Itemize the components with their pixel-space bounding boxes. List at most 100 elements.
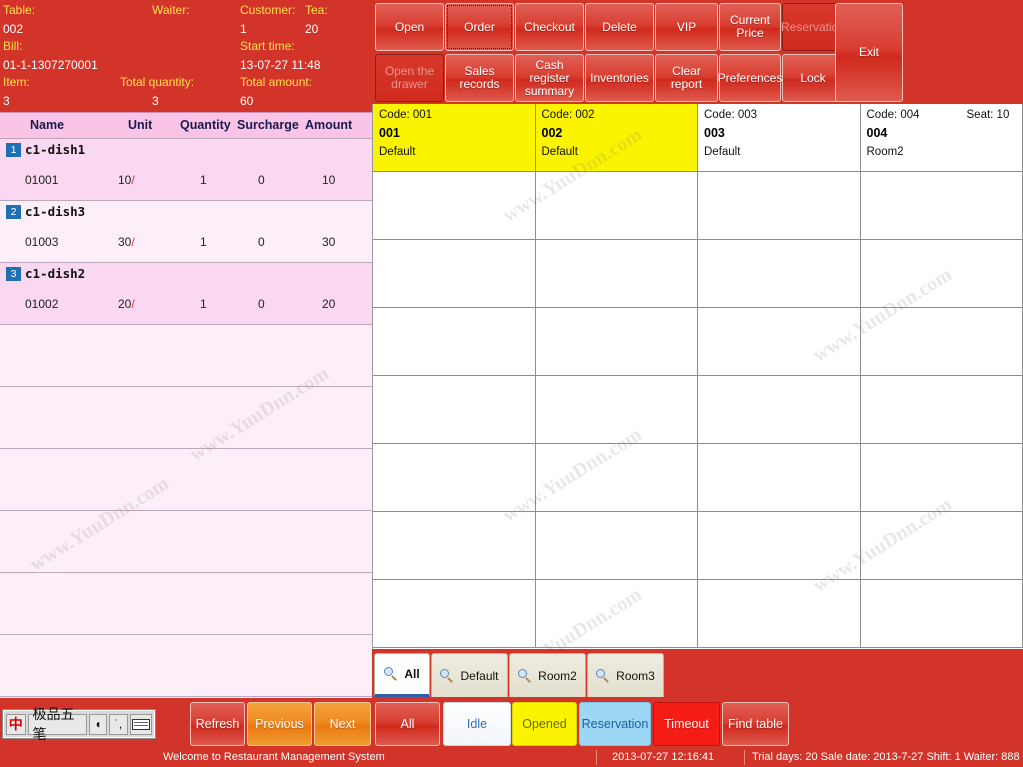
- toolbar-button-clear-report[interactable]: Clear report: [655, 54, 718, 102]
- order-row-quantity: 1: [200, 297, 207, 311]
- table-cell-empty[interactable]: [698, 444, 861, 512]
- order-items-table[interactable]: NameUnitQuantitySurchargeAmount 1c1-dish…: [0, 112, 372, 705]
- ime-engine-name[interactable]: 极品五笔: [28, 714, 87, 735]
- table-cell-empty[interactable]: [698, 308, 861, 376]
- table-cell-empty[interactable]: [373, 512, 536, 580]
- bottom-button-find-table[interactable]: Find table: [722, 702, 789, 746]
- order-row-empty[interactable]: [0, 449, 372, 511]
- room-tab-room2[interactable]: Room2: [509, 653, 586, 697]
- table-cell-empty[interactable]: [536, 308, 699, 376]
- table-cell-empty[interactable]: [861, 444, 1023, 512]
- order-row[interactable]: 2c1-dish30100330/1030: [0, 201, 372, 263]
- order-row[interactable]: 3c1-dish20100220/1020: [0, 263, 372, 325]
- order-row-empty[interactable]: [0, 573, 372, 635]
- bottom-button-idle[interactable]: Idle: [443, 702, 511, 746]
- bottom-button-timeout[interactable]: Timeout: [653, 702, 720, 746]
- table-grid[interactable]: Code: 001001DefaultCode: 002002DefaultCo…: [372, 104, 1023, 649]
- toolbar-button-delete[interactable]: Delete: [585, 3, 654, 51]
- order-row-empty[interactable]: [0, 325, 372, 387]
- order-row-amount: 30: [322, 235, 335, 249]
- toolbar-button-cash-register-summary[interactable]: Cash register summary: [515, 54, 584, 102]
- toolbar-button-label: Delete: [602, 21, 637, 34]
- ime-toolbar[interactable]: 中 极品五笔 ◖ ˙,: [3, 710, 155, 738]
- status-divider-1: [596, 750, 597, 765]
- toolbar-button-vip[interactable]: VIP: [655, 3, 718, 51]
- search-icon: [518, 669, 532, 683]
- bottom-button-label: Refresh: [196, 717, 240, 731]
- table-cell-empty[interactable]: [698, 580, 861, 648]
- bottom-button-reservation[interactable]: Reservation: [579, 702, 651, 746]
- table-cell-empty[interactable]: [698, 512, 861, 580]
- keyboard-icon[interactable]: [130, 714, 152, 735]
- order-row-unit: 30/: [118, 235, 135, 249]
- room-tab-default[interactable]: Default: [431, 653, 508, 697]
- table-cell-empty[interactable]: [861, 172, 1023, 240]
- toolbar-button-current-price[interactable]: Current Price: [719, 3, 781, 51]
- toolbar-button-inventories[interactable]: Inventories: [585, 54, 654, 102]
- table-cell-empty[interactable]: [698, 376, 861, 444]
- bottom-button-previous[interactable]: Previous: [247, 702, 312, 746]
- toolbar-button-open[interactable]: Open: [375, 3, 444, 51]
- order-table-body[interactable]: 1c1-dish10100110/10102c1-dish30100330/10…: [0, 139, 372, 697]
- status-datetime: 2013-07-27 12:16:41: [612, 751, 714, 763]
- bill-label: Bill:: [3, 39, 22, 53]
- table-cell-name: 004: [867, 126, 888, 140]
- order-row-surcharge: 0: [258, 297, 265, 311]
- table-cell-empty[interactable]: [698, 240, 861, 308]
- bottom-button-refresh[interactable]: Refresh: [190, 702, 245, 746]
- room-tab-label: Default: [460, 669, 498, 683]
- order-col-surcharge: Surcharge: [237, 118, 299, 132]
- order-col-amount: Amount: [305, 118, 352, 132]
- table-cell-empty[interactable]: [373, 308, 536, 376]
- toolbar-button-preferences[interactable]: Preferences: [719, 54, 781, 102]
- ime-punctuation-toggle[interactable]: ˙,: [109, 714, 128, 735]
- table-cell-empty[interactable]: [536, 376, 699, 444]
- table-cell-empty[interactable]: [861, 308, 1023, 376]
- table-label: Table:: [3, 3, 35, 17]
- table-cell-001[interactable]: Code: 001001Default: [373, 104, 536, 172]
- table-cell-empty[interactable]: [861, 580, 1023, 648]
- toolbar-button-order[interactable]: Order: [445, 3, 514, 51]
- toolbar-button-label: Checkout: [524, 21, 575, 34]
- room-tab-room3[interactable]: Room3: [587, 653, 664, 697]
- table-cell-empty[interactable]: [861, 512, 1023, 580]
- table-cell-empty[interactable]: [373, 172, 536, 240]
- table-cell-004[interactable]: Code: 004Seat: 10004Room2: [861, 104, 1023, 172]
- toolbar-button-exit[interactable]: Exit: [835, 3, 903, 102]
- table-cell-empty[interactable]: [373, 240, 536, 308]
- table-value: 002: [3, 22, 23, 36]
- ime-shape-toggle[interactable]: ◖: [89, 714, 108, 735]
- toolbar-button-checkout[interactable]: Checkout: [515, 3, 584, 51]
- table-cell-empty[interactable]: [536, 172, 699, 240]
- table-cell-empty[interactable]: [536, 512, 699, 580]
- table-cell-empty[interactable]: [536, 580, 699, 648]
- table-cell-empty[interactable]: [536, 444, 699, 512]
- table-cell-empty[interactable]: [861, 376, 1023, 444]
- table-cell-empty[interactable]: [698, 172, 861, 240]
- order-row-code: 01002: [25, 297, 58, 311]
- order-panel: Table: Waiter: Customer: Tea: 002 1 20 B…: [0, 0, 372, 705]
- bottom-button-opened[interactable]: Opened: [512, 702, 577, 746]
- order-row-quantity: 1: [200, 173, 207, 187]
- table-cell-empty[interactable]: [373, 444, 536, 512]
- bottom-button-label: Find table: [728, 717, 783, 731]
- ime-mode-icon[interactable]: 中: [6, 714, 26, 735]
- table-cell-empty[interactable]: [373, 376, 536, 444]
- order-row-unit: 10/: [118, 173, 135, 187]
- table-cell-empty[interactable]: [536, 240, 699, 308]
- main-toolbar: OpenOrderCheckoutDeleteVIPCurrent PriceR…: [372, 0, 1023, 104]
- table-cell-003[interactable]: Code: 003003Default: [698, 104, 861, 172]
- toolbar-button-label: Open the drawer: [376, 65, 443, 91]
- order-row-empty[interactable]: [0, 387, 372, 449]
- table-cell-002[interactable]: Code: 002002Default: [536, 104, 699, 172]
- room-tab-all[interactable]: All: [374, 653, 430, 697]
- order-row[interactable]: 1c1-dish10100110/1010: [0, 139, 372, 201]
- table-cell-empty[interactable]: [373, 580, 536, 648]
- table-cell-empty[interactable]: [861, 240, 1023, 308]
- bottom-button-next[interactable]: Next: [314, 702, 371, 746]
- order-row-empty[interactable]: [0, 635, 372, 697]
- bottom-button-all[interactable]: All: [375, 702, 440, 746]
- bill-header: Table: Waiter: Customer: Tea: 002 1 20 B…: [0, 0, 372, 112]
- order-row-empty[interactable]: [0, 511, 372, 573]
- toolbar-button-sales-records[interactable]: Sales records: [445, 54, 514, 102]
